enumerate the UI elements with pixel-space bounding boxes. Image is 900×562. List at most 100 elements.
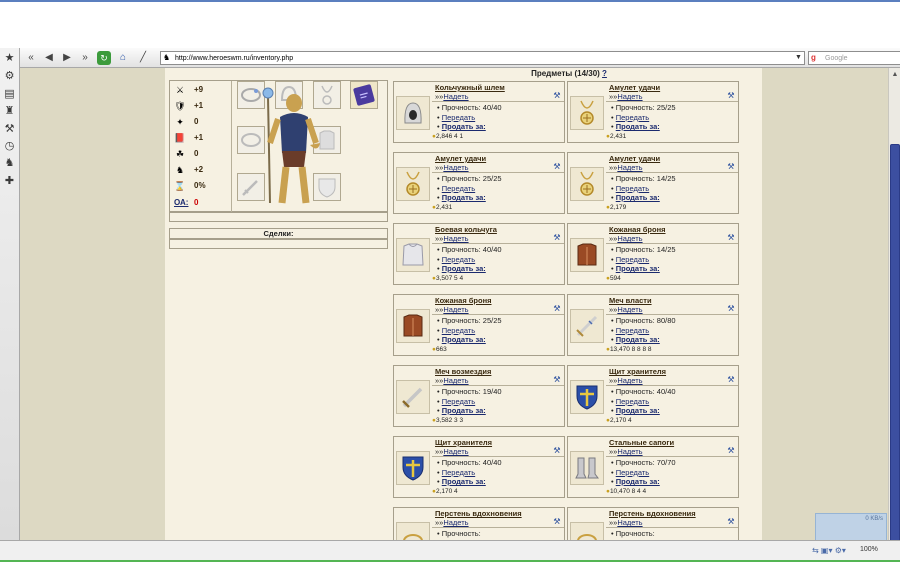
fast-forward-icon[interactable]: » — [78, 51, 92, 65]
equip-link[interactable]: »»Надеть — [435, 234, 469, 243]
transfer-link[interactable]: Передать — [442, 468, 475, 477]
vertical-scrollbar[interactable]: ▲ — [888, 68, 900, 542]
settings-gear-icon[interactable]: ⚙ — [3, 70, 16, 83]
item-name[interactable]: Меч власти — [609, 296, 652, 305]
chevron-down-icon[interactable]: ▼ — [794, 53, 803, 63]
sell-link[interactable]: Продать за: — [442, 477, 486, 486]
leather-armor-icon[interactable] — [570, 238, 604, 272]
sell-link[interactable]: Продать за: — [442, 406, 486, 415]
repair-hammer-icon[interactable]: ⚒ — [552, 375, 562, 385]
oa-label[interactable]: ОА: — [174, 198, 188, 207]
repair-hammer-icon[interactable]: ⚒ — [726, 304, 736, 314]
repair-hammer-icon[interactable]: ⚒ — [726, 375, 736, 385]
search-box[interactable]: g Google — [808, 51, 900, 65]
sell-link[interactable]: Продать за: — [616, 122, 660, 131]
transfer-link[interactable]: Передать — [442, 184, 475, 193]
sell-link[interactable]: Продать за: — [616, 335, 660, 344]
transfer-link[interactable]: Передать — [442, 326, 475, 335]
equip-link[interactable]: »»Надеть — [609, 234, 643, 243]
item-name[interactable]: Кольчужный шлем — [435, 83, 505, 92]
item-name[interactable]: Амулет удачи — [435, 154, 486, 163]
equip-link[interactable]: »»Надеть — [609, 163, 643, 172]
sell-link[interactable]: Продать за: — [442, 335, 486, 344]
equip-link[interactable]: »»Надеть — [435, 447, 469, 456]
luck-amulet-icon[interactable] — [570, 96, 604, 130]
transfer-link[interactable]: Передать — [616, 184, 649, 193]
transfer-link[interactable]: Передать — [442, 255, 475, 264]
equip-link[interactable]: »»Надеть — [435, 518, 469, 527]
equip-link[interactable]: »»Надеть — [609, 447, 643, 456]
item-name[interactable]: Щит хранителя — [435, 438, 492, 447]
repair-hammer-icon[interactable]: ⚒ — [552, 446, 562, 456]
sword-of-retribution-icon[interactable] — [396, 380, 430, 414]
repair-hammer-icon[interactable]: ⚒ — [726, 233, 736, 243]
transfer-link[interactable]: Передать — [616, 255, 649, 264]
window-icon[interactable]: ▤ — [3, 88, 16, 101]
add-panel-icon[interactable]: ✚ — [3, 175, 16, 188]
steel-boots-icon[interactable] — [570, 451, 604, 485]
sell-link[interactable]: Продать за: — [616, 406, 660, 415]
slot-spellbook[interactable] — [350, 81, 378, 109]
repair-hammer-icon[interactable]: ⚒ — [552, 233, 562, 243]
forward-arrow-icon[interactable]: ▶ — [60, 51, 74, 65]
chain-helmet-icon[interactable] — [396, 96, 430, 130]
repair-hammer-icon[interactable]: ⚒ — [552, 91, 562, 101]
transfer-link[interactable]: Передать — [616, 397, 649, 406]
repair-hammer-icon[interactable]: ⚒ — [726, 446, 736, 456]
item-name[interactable]: Кожаная броня — [609, 225, 666, 234]
item-name[interactable]: Меч возмездия — [435, 367, 491, 376]
transfer-link[interactable]: Передать — [616, 468, 649, 477]
zoom-level[interactable]: 100% — [860, 546, 878, 553]
ring-of-inspiration-icon[interactable] — [570, 522, 604, 540]
repair-hammer-icon[interactable]: ⚒ — [726, 91, 736, 101]
item-name[interactable]: Боевая кольчуга — [435, 225, 497, 234]
sell-link[interactable]: Продать за: — [616, 477, 660, 486]
home-icon[interactable]: ⌂ — [116, 51, 130, 65]
sell-link[interactable]: Продать за: — [442, 264, 486, 273]
item-name[interactable]: Стальные сапоги — [609, 438, 674, 447]
transfer-link[interactable]: Передать — [616, 326, 649, 335]
sell-link[interactable]: Продать за: — [442, 122, 486, 131]
ring-of-inspiration-icon[interactable] — [396, 522, 430, 540]
transfer-link[interactable]: Передать — [442, 397, 475, 406]
luck-amulet-icon[interactable] — [570, 167, 604, 201]
chainmail-icon[interactable] — [396, 238, 430, 272]
repair-hammer-icon[interactable]: ⚒ — [552, 517, 562, 527]
equip-link[interactable]: »»Надеть — [609, 376, 643, 385]
sell-link[interactable]: Продать за: — [616, 264, 660, 273]
item-name[interactable]: Амулет удачи — [609, 83, 660, 92]
equip-link[interactable]: »»Надеть — [435, 163, 469, 172]
address-bar[interactable]: ♞ http://www.heroeswm.ru/inventory.php ▼ — [160, 51, 805, 65]
repair-hammer-icon[interactable]: ⚒ — [552, 304, 562, 314]
repair-hammer-icon[interactable]: ⚒ — [552, 162, 562, 172]
item-name[interactable]: Щит хранителя — [609, 367, 666, 376]
guardian-shield-icon[interactable] — [570, 380, 604, 414]
item-name[interactable]: Перстень вдохновения — [435, 509, 522, 518]
equip-link[interactable]: »»Надеть — [609, 305, 643, 314]
addon-icon[interactable]: ♜ — [3, 105, 16, 118]
equip-link[interactable]: »»Надеть — [435, 305, 469, 314]
equip-link[interactable]: »»Надеть — [435, 92, 469, 101]
back-arrow-icon[interactable]: ◀ — [42, 51, 56, 65]
item-name[interactable]: Кожаная броня — [435, 296, 492, 305]
scrollbar-thumb[interactable] — [890, 144, 900, 542]
help-link[interactable]: ? — [602, 69, 607, 78]
site-icon[interactable]: ♞ — [3, 157, 16, 170]
guardian-shield-icon[interactable] — [396, 451, 430, 485]
bookmarks-star-icon[interactable]: ★ — [3, 52, 16, 65]
transfer-link[interactable]: Передать — [616, 113, 649, 122]
sword-of-power-icon[interactable] — [570, 309, 604, 343]
item-name[interactable]: Перстень вдохновения — [609, 509, 696, 518]
reload-icon[interactable]: ↻ — [97, 51, 111, 65]
rewind-icon[interactable]: « — [24, 51, 38, 65]
sell-link[interactable]: Продать за: — [442, 193, 486, 202]
scroll-up-icon[interactable]: ▲ — [890, 70, 900, 80]
item-name[interactable]: Амулет удачи — [609, 154, 660, 163]
luck-amulet-icon[interactable] — [396, 167, 430, 201]
equip-link[interactable]: »»Надеть — [609, 518, 643, 527]
leather-armor-icon[interactable] — [396, 309, 430, 343]
status-icons[interactable]: ⇆ ▣▾ ⚙▾ — [812, 546, 846, 555]
edit-icon[interactable]: ╱ — [136, 51, 150, 65]
equip-link[interactable]: »»Надеть — [609, 92, 643, 101]
repair-hammer-icon[interactable]: ⚒ — [726, 517, 736, 527]
